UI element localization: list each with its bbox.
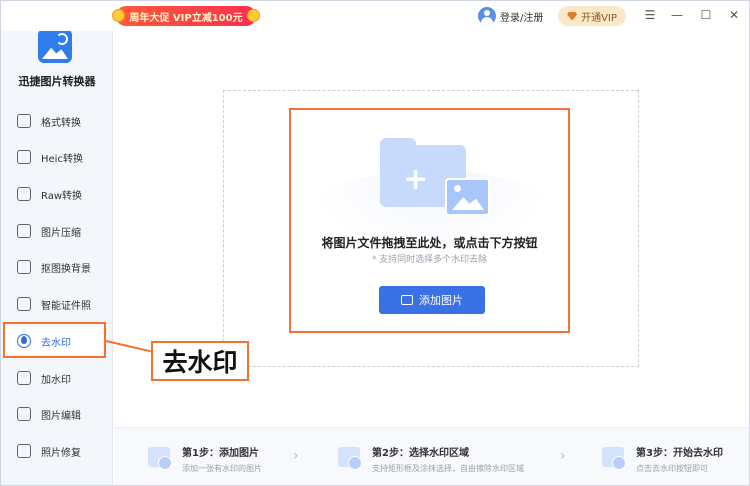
sidebar: 迅捷图片转换器 格式转换 Heic转换 Raw转换 图片压缩 抠图换背景 智能证… bbox=[1, 1, 113, 485]
drop-target-panel[interactable]: + 将图片文件拖拽至此处，或点击下方按钮 * 支持同时选择多个水印去除 添加图片 bbox=[289, 108, 570, 333]
add-image-button[interactable]: 添加图片 bbox=[379, 286, 485, 314]
sidebar-item-label: 加水印 bbox=[41, 374, 71, 386]
step-title: 第3步：开始去水印 bbox=[636, 448, 723, 459]
sidebar-item-id-photo[interactable]: 智能证件照 bbox=[5, 290, 103, 318]
select-area-step-icon bbox=[336, 444, 364, 472]
close-icon[interactable]: ✕ bbox=[726, 7, 742, 23]
menu-icon[interactable]: ☰ bbox=[642, 7, 658, 23]
cutout-icon bbox=[17, 260, 31, 274]
vip-label: 开通VIP bbox=[581, 12, 617, 24]
raw-icon bbox=[17, 187, 31, 201]
format-convert-icon bbox=[17, 114, 31, 128]
add-watermark-icon bbox=[17, 371, 31, 385]
app-name: 迅捷图片转换器 bbox=[18, 75, 96, 88]
steps-bar: 第1步：添加图片 添加一张有水印的图片 › 第2步：选择水印区域 支持矩形框及涂… bbox=[114, 427, 749, 485]
sidebar-item-label: 图片编辑 bbox=[41, 410, 81, 422]
step-desc: 添加一张有水印的图片 bbox=[182, 464, 262, 473]
callout-label: 去水印 bbox=[151, 341, 249, 381]
step-2: 第2步：选择水印区域 支持矩形框及涂抹选择，自由擦除水印区域 bbox=[336, 444, 524, 474]
remove-watermark-step-icon bbox=[600, 444, 628, 472]
login-label: 登录/注册 bbox=[500, 12, 544, 24]
sidebar-item-format-convert[interactable]: 格式转换 bbox=[5, 107, 103, 135]
app-logo-icon bbox=[38, 29, 72, 63]
sidebar-item-heic-convert[interactable]: Heic转换 bbox=[5, 143, 103, 171]
avatar-icon bbox=[478, 7, 496, 25]
promo-text: 周年大促 VIP立减100元 bbox=[129, 12, 243, 24]
sidebar-item-label: 图片压缩 bbox=[41, 227, 81, 239]
id-photo-icon bbox=[17, 297, 31, 311]
step-1: 第1步：添加图片 添加一张有水印的图片 bbox=[146, 444, 262, 474]
promo-banner[interactable]: 周年大促 VIP立减100元 bbox=[112, 6, 260, 26]
image-edit-icon bbox=[17, 407, 31, 421]
sidebar-item-label: 照片修复 bbox=[41, 447, 81, 459]
step-title: 第2步：选择水印区域 bbox=[372, 448, 469, 459]
minimize-icon[interactable]: — bbox=[669, 7, 685, 23]
step-desc: 支持矩形框及涂抹选择，自由擦除水印区域 bbox=[372, 464, 524, 473]
chevron-right-icon: › bbox=[560, 448, 566, 464]
plus-icon: + bbox=[403, 162, 429, 197]
sidebar-item-add-watermark[interactable]: 加水印 bbox=[5, 364, 103, 392]
login-button[interactable]: 登录/注册 bbox=[478, 6, 543, 26]
step-3: 第3步：开始去水印 点击去水印按钮即可 bbox=[600, 444, 723, 474]
add-image-label: 添加图片 bbox=[419, 294, 463, 307]
sidebar-item-label: 智能证件照 bbox=[41, 300, 91, 312]
add-image-step-icon bbox=[146, 444, 174, 472]
drop-hint: * 支持同时选择多个水印去除 bbox=[371, 255, 488, 265]
sidebar-item-compress[interactable]: 图片压缩 bbox=[5, 217, 103, 245]
photo-restore-icon bbox=[17, 444, 31, 458]
coin-icon bbox=[112, 9, 125, 22]
diamond-icon bbox=[567, 11, 578, 21]
chevron-right-icon: › bbox=[293, 448, 299, 464]
app-window: 迅捷图片转换器 格式转换 Heic转换 Raw转换 图片压缩 抠图换背景 智能证… bbox=[0, 0, 750, 486]
sidebar-item-label: 抠图换背景 bbox=[41, 263, 91, 275]
maximize-icon[interactable]: ☐ bbox=[698, 7, 714, 23]
highlight-box bbox=[3, 322, 106, 358]
sidebar-item-cutout-background[interactable]: 抠图换背景 bbox=[5, 253, 103, 281]
sidebar-item-label: Raw转换 bbox=[41, 190, 83, 202]
title-bar: 周年大促 VIP立减100元 登录/注册 开通VIP ☰ — ☐ ✕ bbox=[1, 1, 749, 31]
sidebar-item-photo-restore[interactable]: 照片修复 bbox=[5, 437, 103, 465]
open-vip-button[interactable]: 开通VIP bbox=[558, 6, 626, 26]
image-icon bbox=[401, 295, 413, 305]
step-title: 第1步：添加图片 bbox=[182, 448, 259, 459]
image-compress-icon bbox=[17, 224, 31, 238]
sidebar-item-label: Heic转换 bbox=[41, 153, 83, 165]
sidebar-item-image-edit[interactable]: 图片编辑 bbox=[5, 400, 103, 428]
step-desc: 点击去水印按钮即可 bbox=[636, 464, 708, 473]
heic-icon bbox=[17, 150, 31, 164]
coin-icon bbox=[247, 9, 260, 22]
sidebar-item-label: 格式转换 bbox=[41, 117, 81, 129]
drop-prompt: 将图片文件拖拽至此处，或点击下方按钮 bbox=[321, 236, 538, 250]
sidebar-item-raw-convert[interactable]: Raw转换 bbox=[5, 180, 103, 208]
image-icon bbox=[445, 178, 490, 216]
